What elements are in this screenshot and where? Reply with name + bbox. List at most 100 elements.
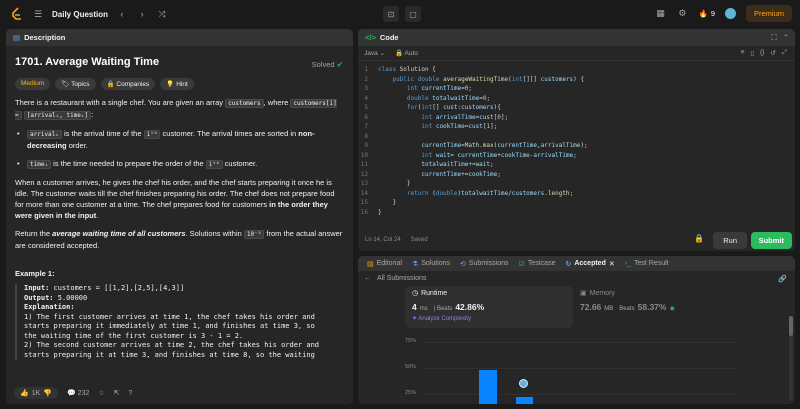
memory-card[interactable]: ▣ Memory 72.66 MB Beats 58.37% ◉ xyxy=(573,286,741,328)
code-line[interactable]: 12 currentTime+=cookTime; xyxy=(358,171,795,181)
code-line[interactable]: 6 int arrivalTime=cust[0]; xyxy=(358,114,795,124)
problem-list-icon[interactable]: ☰ xyxy=(32,9,44,20)
all-submissions-link[interactable]: All Submissions xyxy=(377,275,426,282)
solved-status: Solved ✔ xyxy=(311,60,343,69)
fullscreen-icon[interactable]: ⤢ xyxy=(782,49,787,57)
thumbs-down-icon[interactable]: 👎 xyxy=(43,389,52,397)
star-icon[interactable]: ☆ xyxy=(98,389,104,397)
submit-button[interactable]: Submit xyxy=(750,232,792,249)
distribution-bar[interactable] xyxy=(479,370,497,404)
tab-accepted[interactable]: ↻ Accepted ✕ xyxy=(562,260,617,268)
line-number: 16 xyxy=(360,208,368,216)
description-tab[interactable]: ▤ Description xyxy=(6,29,353,46)
code-icon: </> xyxy=(365,33,376,42)
code-tab[interactable]: </> Code ⛶ ⌃ xyxy=(358,29,795,46)
tab-testcase[interactable]: ☑ Testcase xyxy=(516,260,559,268)
streak-counter[interactable]: 🔥 9 xyxy=(698,9,715,18)
layout-grid-icon[interactable]: ▦ xyxy=(654,8,666,19)
help-icon[interactable]: ? xyxy=(129,390,133,397)
list-item: arrivalᵢ is the arrival time of the iᵗʰ … xyxy=(15,128,345,151)
share-icon[interactable]: ⇱ xyxy=(114,389,120,397)
code-line[interactable]: 10 int wait= currentTime+cookTime-arriva… xyxy=(358,152,795,162)
code-line[interactable]: 15 } xyxy=(358,199,795,209)
results-tab-bar: ▤ Editorial ⚗ Solutions ⟲ Submissions ☑ Test… xyxy=(358,256,795,271)
code-text: } xyxy=(378,199,397,206)
code-text: int arrivalTime=cust[0]; xyxy=(421,113,509,121)
reset-icon[interactable]: ↺ xyxy=(770,49,775,57)
line-number: 14 xyxy=(360,189,368,197)
tab-editorial[interactable]: ▤ Editorial xyxy=(364,260,405,268)
language-select[interactable]: Java ⌄ xyxy=(364,49,385,57)
code-line[interactable]: 3 int currentTime=0; xyxy=(358,85,795,95)
code-line[interactable]: 2 public double averageWaitingTime(int[]… xyxy=(358,76,795,86)
hint-tag[interactable]: 💡 Hint xyxy=(160,78,194,90)
like-button[interactable]: 👍 1K 👎 xyxy=(14,387,58,399)
results-panel: ▤ Editorial ⚗ Solutions ⟲ Submissions ☑ Test… xyxy=(358,256,795,404)
check-circle-icon: ✔ xyxy=(336,60,343,69)
editorial-icon: ▤ xyxy=(367,260,374,268)
line-number: 1 xyxy=(364,66,368,73)
leetcode-logo-icon[interactable] xyxy=(10,7,24,21)
code-line[interactable]: 5 for(int[] cust:customers){ xyxy=(358,104,795,114)
y-tick-label: 75% xyxy=(405,338,417,344)
line-number: 8 xyxy=(364,132,368,140)
topics-tag[interactable]: 🏷 Topics xyxy=(55,78,96,90)
companies-tag[interactable]: 🔒 Companies xyxy=(100,78,156,90)
difficulty-badge[interactable]: Medium xyxy=(15,78,51,90)
code-line[interactable]: 7 int cookTime=cust[1]; xyxy=(358,123,795,133)
y-tick-label: 50% xyxy=(405,364,417,370)
link-icon[interactable]: 🔗 xyxy=(778,275,795,283)
avatar[interactable] xyxy=(724,8,736,19)
collapse-icon[interactable]: ⌃ xyxy=(783,33,789,43)
thumbs-up-icon: 👍 xyxy=(20,390,29,397)
runtime-card[interactable]: ◷ Runtime 4 ms | Beats 42.86% ✦ Analyze Comp… xyxy=(405,286,573,328)
line-number: 11 xyxy=(360,161,368,168)
tab-submissions[interactable]: ⟲ Submissions xyxy=(457,260,512,268)
code-panel: </> Code ⛶ ⌃ Java ⌄ 🔒 Auto ≡ ▯ {} ↺ ⤢ 1 cla… xyxy=(358,29,795,251)
code-text: } xyxy=(378,208,382,216)
code-line[interactable]: 8 xyxy=(358,133,795,143)
tab-solutions[interactable]: ⚗ Solutions xyxy=(409,260,453,268)
format-icon[interactable]: ≡ xyxy=(741,49,745,57)
terminal-icon: ›_ xyxy=(624,260,631,267)
daily-question-title[interactable]: Daily Question xyxy=(52,10,108,19)
code-line[interactable]: 1 class Solution { xyxy=(358,66,795,76)
debug-icon[interactable]: ⊡ xyxy=(383,6,399,22)
cursor-position: Ln 14, Col 24 xyxy=(365,237,401,243)
line-number: 10 xyxy=(360,151,368,159)
braces-icon[interactable]: {} xyxy=(760,49,764,57)
code-text: double totalwaitTime=0; xyxy=(406,94,491,102)
y-tick-label: 25% xyxy=(405,390,417,396)
run-button[interactable]: Run xyxy=(713,232,747,249)
code-line[interactable]: 9 currentTime=Math.max(currentTime,arriv… xyxy=(358,142,795,152)
premium-button[interactable]: Premium xyxy=(745,5,792,22)
scrollbar-thumb[interactable] xyxy=(789,316,793,336)
list-item: timeᵢ is the time needed to prepare the … xyxy=(15,158,345,170)
code-text: totalwaitTime+=wait; xyxy=(421,161,494,168)
line-number: 4 xyxy=(364,94,368,102)
next-problem-icon[interactable]: › xyxy=(136,9,148,19)
notes-icon[interactable]: ▢ xyxy=(405,6,421,22)
previous-problem-icon[interactable]: ‹ xyxy=(116,9,128,19)
close-tab-icon[interactable]: ✕ xyxy=(609,260,615,268)
tab-test-result[interactable]: ›_ Test Result xyxy=(622,260,672,267)
autosave-toggle[interactable]: 🔒 Auto xyxy=(395,49,418,57)
bookmark-icon[interactable]: ▯ xyxy=(750,49,754,57)
analyze-complexity-link[interactable]: ✦ Analyze Complexity xyxy=(412,315,566,322)
gridline xyxy=(425,394,735,395)
expand-icon[interactable]: ⛶ xyxy=(771,33,776,43)
code-text: for(int[] cust:customers){ xyxy=(406,104,501,111)
settings-gear-icon[interactable]: ⚙ xyxy=(676,8,688,19)
code-line[interactable]: 4 double totalwaitTime=0; xyxy=(358,95,795,105)
code-text: int currentTime=0; xyxy=(406,85,472,92)
notes-lock-icon[interactable]: 🔒 xyxy=(694,234,704,243)
code-line[interactable]: 11 totalwaitTime+=wait; xyxy=(358,161,795,171)
back-arrow-icon[interactable]: ← xyxy=(364,275,371,282)
distribution-bar[interactable] xyxy=(516,397,533,404)
code-line[interactable]: 13 } xyxy=(358,180,795,190)
code-line[interactable]: 14 return (double)totalwaitTime/customer… xyxy=(358,190,795,200)
code-editor[interactable]: 1 class Solution {2 public double average… xyxy=(358,61,795,229)
shuffle-icon[interactable]: ⤨ xyxy=(156,9,168,20)
code-line[interactable]: 16} xyxy=(358,209,795,219)
comments-button[interactable]: 💬 232 xyxy=(67,389,89,397)
